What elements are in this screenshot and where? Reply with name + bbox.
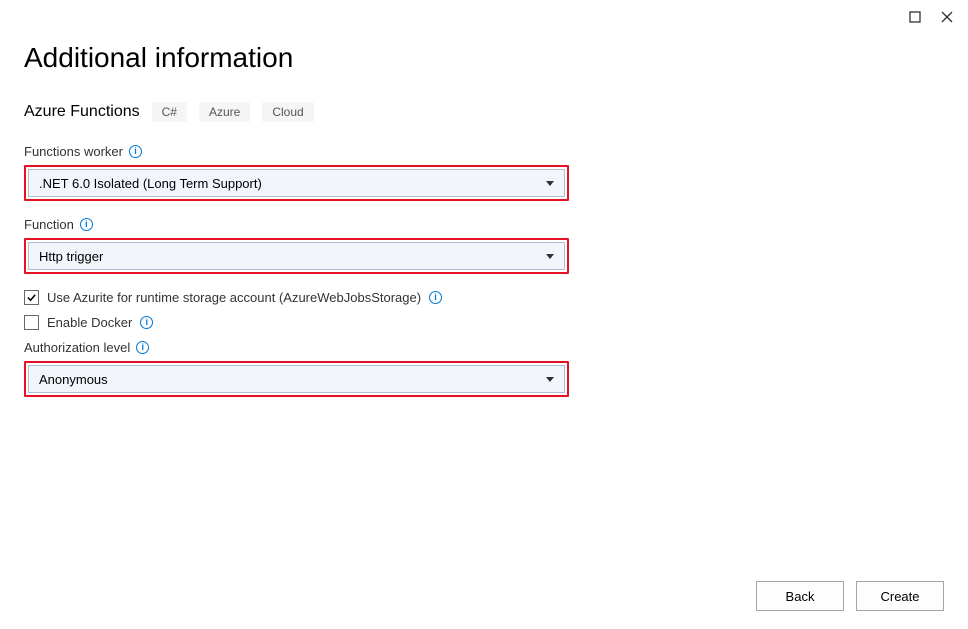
info-icon[interactable]: i bbox=[136, 341, 149, 354]
tag-cloud: Cloud bbox=[262, 102, 313, 122]
info-icon[interactable]: i bbox=[140, 316, 153, 329]
authorization-level-label: Authorization level bbox=[24, 340, 130, 355]
use-azurite-checkbox[interactable] bbox=[24, 290, 39, 305]
function-label: Function bbox=[24, 217, 74, 232]
tag-azure: Azure bbox=[199, 102, 250, 122]
back-button[interactable]: Back bbox=[756, 581, 844, 611]
function-value: Http trigger bbox=[39, 249, 103, 264]
chevron-down-icon bbox=[546, 254, 554, 259]
info-icon[interactable]: i bbox=[129, 145, 142, 158]
footer: Back Create bbox=[756, 581, 944, 611]
window-titlebar bbox=[894, 0, 968, 34]
enable-docker-checkbox[interactable] bbox=[24, 315, 39, 330]
functions-worker-value: .NET 6.0 Isolated (Long Term Support) bbox=[39, 176, 262, 191]
function-dropdown[interactable]: Http trigger bbox=[28, 242, 565, 270]
authorization-level-label-row: Authorization level i bbox=[24, 340, 944, 355]
main-content: Additional information Azure Functions C… bbox=[0, 0, 968, 397]
info-icon[interactable]: i bbox=[429, 291, 442, 304]
functions-worker-dropdown[interactable]: .NET 6.0 Isolated (Long Term Support) bbox=[28, 169, 565, 197]
info-icon[interactable]: i bbox=[80, 218, 93, 231]
chevron-down-icon bbox=[546, 377, 554, 382]
chevron-down-icon bbox=[546, 181, 554, 186]
close-button[interactable] bbox=[940, 10, 954, 24]
project-type-label: Azure Functions bbox=[24, 103, 140, 121]
enable-docker-label: Enable Docker bbox=[47, 315, 132, 330]
maximize-button[interactable] bbox=[908, 10, 922, 24]
functions-worker-highlight: .NET 6.0 Isolated (Long Term Support) bbox=[24, 165, 569, 201]
enable-docker-row: Enable Docker i bbox=[24, 315, 944, 330]
subtitle-row: Azure Functions C# Azure Cloud bbox=[24, 102, 944, 122]
authorization-level-dropdown[interactable]: Anonymous bbox=[28, 365, 565, 393]
authorization-level-highlight: Anonymous bbox=[24, 361, 569, 397]
functions-worker-label-row: Functions worker i bbox=[24, 144, 944, 159]
function-label-row: Function i bbox=[24, 217, 944, 232]
function-highlight: Http trigger bbox=[24, 238, 569, 274]
tag-csharp: C# bbox=[152, 102, 187, 122]
authorization-level-value: Anonymous bbox=[39, 372, 108, 387]
page-title: Additional information bbox=[24, 42, 944, 74]
create-button[interactable]: Create bbox=[856, 581, 944, 611]
use-azurite-row: Use Azurite for runtime storage account … bbox=[24, 290, 944, 305]
functions-worker-label: Functions worker bbox=[24, 144, 123, 159]
use-azurite-label: Use Azurite for runtime storage account … bbox=[47, 290, 421, 305]
